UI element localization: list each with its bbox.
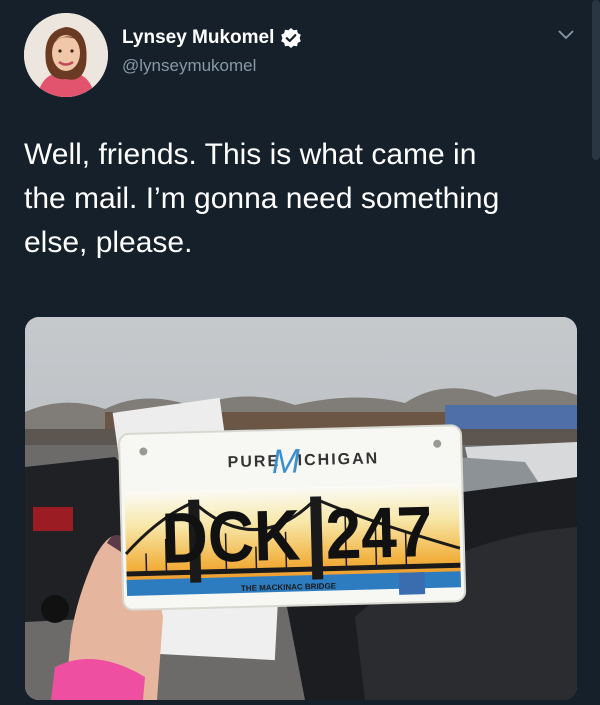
plate-header-script: M: [271, 442, 301, 481]
scrollbar[interactable]: [592, 0, 600, 160]
display-name[interactable]: Lynsey Mukomel: [122, 27, 274, 49]
plate-number-right: 247: [325, 492, 434, 575]
avatar[interactable]: [24, 13, 108, 97]
user-handle[interactable]: @lynseymukomel: [122, 56, 256, 76]
tweet-card: Lynsey Mukomel @lynseymukomel Well, frie…: [0, 0, 600, 705]
plate-number-left: DCK: [161, 495, 302, 579]
verified-badge-icon: [280, 27, 302, 49]
tweet-text: Well, friends. This is what came in the …: [24, 138, 500, 259]
tweet-media-photo[interactable]: PURE M ICHIGAN DCK 247 THE MACKINAC BRID…: [25, 317, 577, 700]
author-name-row[interactable]: Lynsey Mukomel: [122, 27, 302, 49]
chevron-down-icon[interactable]: [556, 28, 576, 42]
plate-header-right: ICHIGAN: [297, 450, 379, 469]
